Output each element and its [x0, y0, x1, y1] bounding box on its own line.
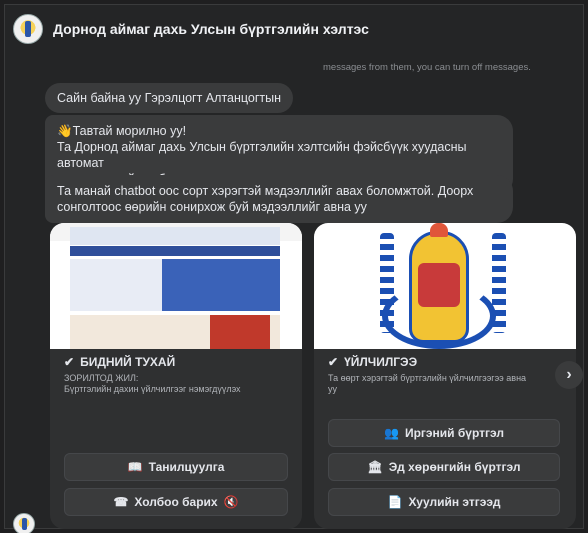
site-nav-bar	[70, 246, 280, 256]
checkmark-icon: ✔	[64, 355, 75, 369]
about-card-title: ✔ БИДНИЙ ТУХАЙ	[64, 355, 288, 369]
legal-entity-button[interactable]: 📄 Хуулийн этгээд	[328, 488, 560, 516]
people-icon: 👥	[384, 426, 399, 440]
emblem-cap	[430, 223, 448, 237]
services-card-title: ✔ ҮЙЛЧИЛГЭЭ	[328, 355, 562, 369]
agency-avatar-small	[13, 513, 35, 533]
about-subtitle: ЗОРИЛТОД ЖИЛ: Бүртгэлийн дахин үйлчилгээ…	[64, 373, 288, 395]
introduction-button[interactable]: 📖 Танилцуулга	[64, 453, 288, 481]
introduction-label: Танилцуулга	[148, 460, 225, 474]
emblem-symbol	[418, 263, 460, 307]
site-banner	[70, 227, 280, 245]
info-message: Та манай chatbot оос сорт хэрэгтэй мэдээ…	[45, 175, 513, 223]
property-registration-label: Эд хөрөнгийн бүртгэл	[388, 460, 521, 474]
building-icon: 🏛	[367, 460, 383, 474]
services-title-text: ҮЙЛЧИЛГЭЭ	[344, 355, 418, 369]
about-card: ✔ БИДНИЙ ТУХАЙ ЗОРИЛТОД ЖИЛ: Бүртгэлийн …	[50, 223, 302, 529]
mute-icon: 🔇	[223, 495, 239, 509]
site-hero-text	[70, 259, 162, 311]
services-subtitle-line2: уу	[328, 384, 337, 394]
info-line2: сонголтоос өөрийн сонирхож буй мэдээллий…	[57, 200, 367, 214]
services-card: ✔ ҮЙЛЧИЛГЭЭ Та өөрт хэрэгтэй бүртгэлийн …	[314, 223, 576, 529]
emblem-image	[314, 223, 576, 349]
agency-avatar[interactable]	[13, 14, 43, 44]
checkmark-icon: ✔	[328, 355, 339, 369]
carousel-next-arrow-icon[interactable]: ›	[555, 361, 583, 389]
about-subtitle-line1: ЗОРИЛТОД ЖИЛ:	[64, 373, 139, 383]
about-title-text: БИДНИЙ ТУХАЙ	[80, 355, 176, 369]
info-line1: Та манай chatbot оос сорт хэрэгтэй мэдээ…	[57, 184, 474, 198]
phone-icon: ☎	[113, 495, 129, 509]
site-thumbnail	[210, 315, 270, 349]
welcome-line2: Та Дорнод аймаг дахь Улсын бүртгэлийн хэ…	[57, 140, 467, 170]
greeting-message: Сайн байна уу Гэрэлцогт Алтанцогтын	[45, 83, 294, 113]
chat-title[interactable]: Дорнод аймаг дахь Улсын бүртгэлийн хэлтэ…	[53, 21, 369, 37]
chat-window: Дорнод аймаг дахь Улсын бүртгэлийн хэлтэ…	[4, 4, 584, 533]
website-screenshot-image	[50, 223, 302, 349]
property-registration-button[interactable]: 🏛 Эд хөрөнгийн бүртгэл	[328, 453, 560, 481]
contact-button[interactable]: ☎ Холбоо барих 🔇	[64, 488, 288, 516]
waving-hand-icon: 👋	[57, 124, 73, 138]
chat-header: Дорнод аймаг дахь Улсын бүртгэлийн хэлтэ…	[5, 5, 583, 53]
document-icon: 📄	[387, 495, 403, 509]
legal-entity-label: Хуулийн этгээд	[408, 495, 501, 509]
message-settings-note: messages from them, you can turn off mes…	[323, 62, 531, 73]
book-icon: 📖	[127, 460, 143, 474]
civil-registration-label: Иргэний бүртгэл	[404, 426, 504, 440]
civil-registration-button[interactable]: 👥 Иргэний бүртгэл	[328, 419, 560, 447]
services-subtitle-line1: Та өөрт хэрэгтэй бүртгэлийн үйлчилгээгээ…	[328, 373, 527, 383]
welcome-line1: Тавтай морилно уу!	[72, 124, 187, 138]
about-subtitle-line2: Бүртгэлийн дахин үйлчилгээг нэмэгдүүлэх	[64, 384, 241, 394]
services-subtitle: Та өөрт хэрэгтэй бүртгэлийн үйлчилгээгээ…	[328, 373, 562, 395]
greeting-text: Сайн байна уу Гэрэлцогт Алтанцогтын	[57, 91, 282, 105]
bottom-avatar	[13, 513, 35, 533]
contact-label: Холбоо барих	[134, 495, 218, 509]
